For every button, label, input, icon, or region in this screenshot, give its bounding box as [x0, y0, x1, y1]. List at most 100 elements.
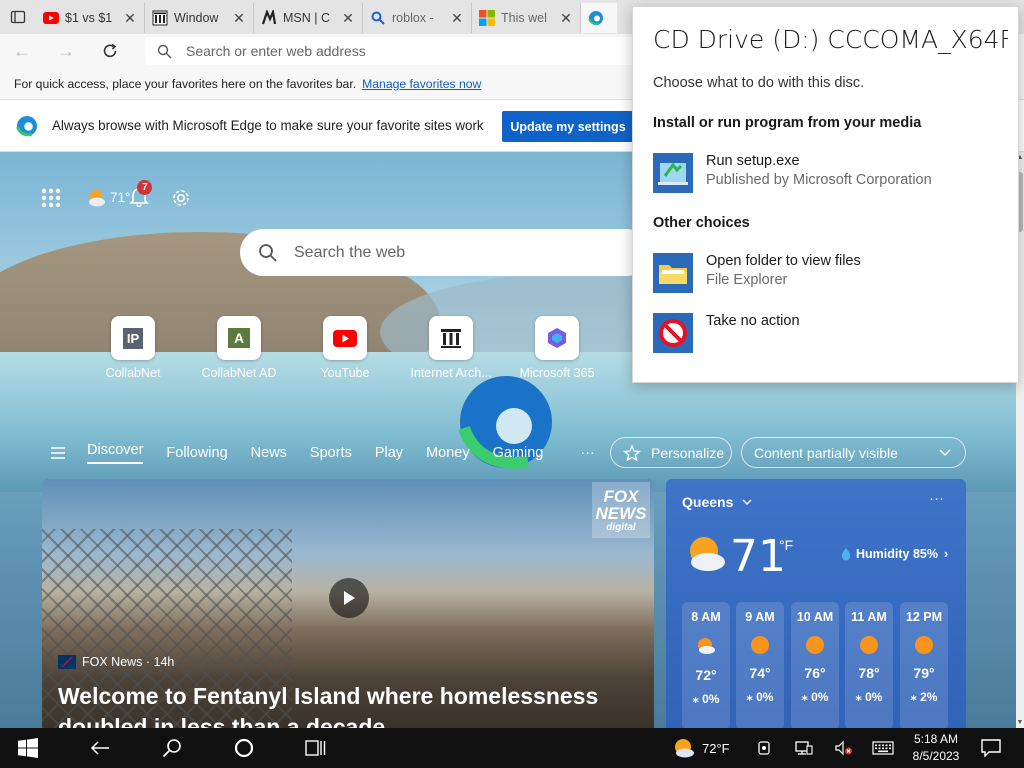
weather-location-name: Queens — [682, 494, 734, 510]
run-setup-option[interactable]: Run setup.exe Published by Microsoft Cor… — [653, 153, 932, 193]
tab-welcome[interactable]: This wel ✕ — [472, 3, 581, 33]
quick-link-collabnet[interactable]: IP CollabNet — [88, 316, 178, 380]
hour-temp: 78° — [858, 665, 880, 681]
quick-link-youtube[interactable]: YouTube — [300, 316, 390, 380]
quick-link-collabnet-ad[interactable]: A CollabNet AD — [194, 316, 284, 380]
droplet-icon: ⁎ — [746, 690, 757, 704]
start-button[interactable] — [10, 728, 46, 768]
update-settings-button[interactable]: Update my settings — [502, 111, 634, 142]
meet-now-icon[interactable] — [752, 728, 776, 768]
news-source: FOX News · 14h — [58, 655, 174, 669]
feed-more-button[interactable]: ··· — [580, 445, 595, 461]
autoplay-dialog: CD Drive (D:) CCCOMA_X64FRE_EN-US_DV9 Ch… — [632, 6, 1019, 383]
setup-icon — [653, 153, 693, 193]
feed-tab-discover[interactable]: Discover — [87, 442, 144, 464]
search-icon — [162, 739, 181, 758]
personalize-button[interactable]: Personalize — [610, 437, 732, 468]
clock-time: 5:18 AM — [913, 732, 959, 746]
taskbar-weather[interactable]: 72°F — [672, 728, 736, 768]
taskbar-search-button[interactable] — [154, 728, 190, 768]
hour-precip: 0% — [811, 690, 829, 704]
play-video-button[interactable] — [329, 578, 369, 618]
feed-tab-news[interactable]: News — [251, 445, 287, 461]
quick-link-microsoft-365[interactable]: Microsoft 365 — [512, 316, 602, 380]
quick-link-label: CollabNet — [105, 366, 161, 380]
humidity-link[interactable]: Humidity 85% › — [840, 547, 948, 561]
hour-label: 12 PM — [905, 610, 943, 624]
back-button[interactable]: ← — [0, 34, 44, 68]
sunny-icon — [751, 636, 769, 654]
feed-tab-sports[interactable]: Sports — [310, 445, 352, 461]
tab-youtube[interactable]: $1 vs $1 ✕ — [36, 3, 145, 33]
no-action-icon — [653, 313, 693, 353]
microsoft-365-icon — [535, 316, 579, 360]
feed-tab-gaming[interactable]: Gaming — [493, 445, 544, 461]
close-tab-icon[interactable]: ✕ — [559, 10, 573, 27]
news-headline[interactable]: Welcome to Fentanyl Island where homeles… — [58, 681, 648, 729]
network-icon[interactable] — [792, 728, 816, 768]
volume-muted-icon[interactable] — [832, 728, 856, 768]
notifications-button[interactable]: 7 — [128, 180, 153, 210]
close-tab-icon[interactable]: ✕ — [123, 10, 137, 27]
url-input[interactable]: Search or enter web address — [145, 37, 645, 65]
hour-temp: 72° — [695, 667, 717, 683]
tab-title: roblox - — [392, 11, 434, 25]
tab-msn[interactable]: MSN | C ✕ — [254, 3, 363, 33]
edge-icon — [16, 115, 37, 136]
news-card[interactable]: FOX News · 14h Welcome to Fentanyl Islan… — [42, 479, 654, 729]
refresh-button[interactable] — [88, 34, 132, 68]
personalize-label: Personalize — [651, 444, 725, 461]
weather-temperature: 71 — [730, 531, 786, 582]
tab-roblox-search[interactable]: roblox - ✕ — [363, 3, 472, 33]
scroll-down-icon[interactable]: ▼ — [1016, 719, 1024, 726]
close-tab-icon[interactable]: ✕ — [341, 10, 355, 27]
tab-new-tab[interactable] — [581, 3, 617, 33]
open-folder-app: File Explorer — [706, 272, 788, 288]
content-visibility-label: Content partially visible — [754, 444, 898, 461]
hourly-forecast-9am[interactable]: 9 AM 74° ⁎ 0% — [736, 602, 784, 730]
open-folder-option[interactable]: Open folder to view files File Explorer — [653, 253, 861, 293]
content-visibility-dropdown[interactable]: Content partially visible — [741, 437, 966, 468]
feed-tab-play[interactable]: Play — [375, 445, 403, 461]
forward-button[interactable]: → — [44, 34, 88, 68]
hourly-forecast-11am[interactable]: 11 AM 78° ⁎ 0% — [845, 602, 893, 730]
taskbar-back-button[interactable] — [82, 728, 118, 768]
quick-link-internet-archive[interactable]: Internet Arch... — [406, 316, 496, 380]
touch-keyboard-icon[interactable] — [870, 728, 896, 768]
personalize-icon — [623, 444, 641, 461]
edge-banner-text: Always browse with Microsoft Edge to mak… — [52, 118, 484, 133]
tab-windows-archive[interactable]: Window ✕ — [145, 3, 254, 33]
hourly-forecast-12pm[interactable]: 12 PM 79° ⁎ 2% — [900, 602, 948, 730]
quick-link-label: YouTube — [320, 366, 370, 380]
new-tab-toolbar: 71° 7 — [40, 180, 192, 210]
weather-mini-icon[interactable]: 71° — [86, 188, 130, 208]
web-search-box[interactable]: Search the web — [240, 229, 650, 276]
close-tab-icon[interactable]: ✕ — [232, 10, 246, 27]
close-tab-icon[interactable]: ✕ — [450, 10, 464, 27]
feed-tab-money[interactable]: Money — [426, 445, 470, 461]
partly-cloudy-icon — [690, 537, 725, 571]
feed-tab-following[interactable]: Following — [166, 445, 227, 461]
cortana-button[interactable] — [226, 728, 262, 768]
weather-more-icon[interactable]: ··· — [929, 490, 944, 507]
take-no-action-option[interactable]: Take no action — [653, 313, 800, 353]
action-center-button[interactable] — [978, 728, 1004, 768]
section-other-heading: Other choices — [653, 215, 750, 231]
task-view-button[interactable] — [298, 728, 334, 768]
tab-actions-button[interactable] — [0, 0, 36, 34]
manage-favorites-link[interactable]: Manage favorites now — [362, 77, 481, 91]
hourly-forecast-8am[interactable]: 8 AM 72° ⁎ 0% — [682, 602, 730, 730]
search-icon — [157, 44, 172, 58]
hour-precip: 0% — [756, 690, 774, 704]
droplet-icon — [841, 548, 851, 561]
weather-card[interactable]: Queens ··· 71 °F Humidity 85% › 8 AM 72°… — [666, 479, 966, 730]
taskbar-clock[interactable]: 5:18 AM 8/5/2023 — [906, 728, 966, 768]
weather-location[interactable]: Queens — [682, 494, 752, 510]
settings-gear-icon[interactable] — [170, 187, 192, 209]
hamburger-menu-icon[interactable] — [51, 446, 67, 460]
hourly-forecast-10am[interactable]: 10 AM 76° ⁎ 0% — [791, 602, 839, 730]
collabnet-glyph: IP — [122, 327, 144, 349]
apps-grid-icon[interactable] — [40, 187, 62, 209]
fox-logo-line3: digital — [606, 522, 636, 533]
favorites-hint: For quick access, place your favorites h… — [14, 76, 357, 91]
